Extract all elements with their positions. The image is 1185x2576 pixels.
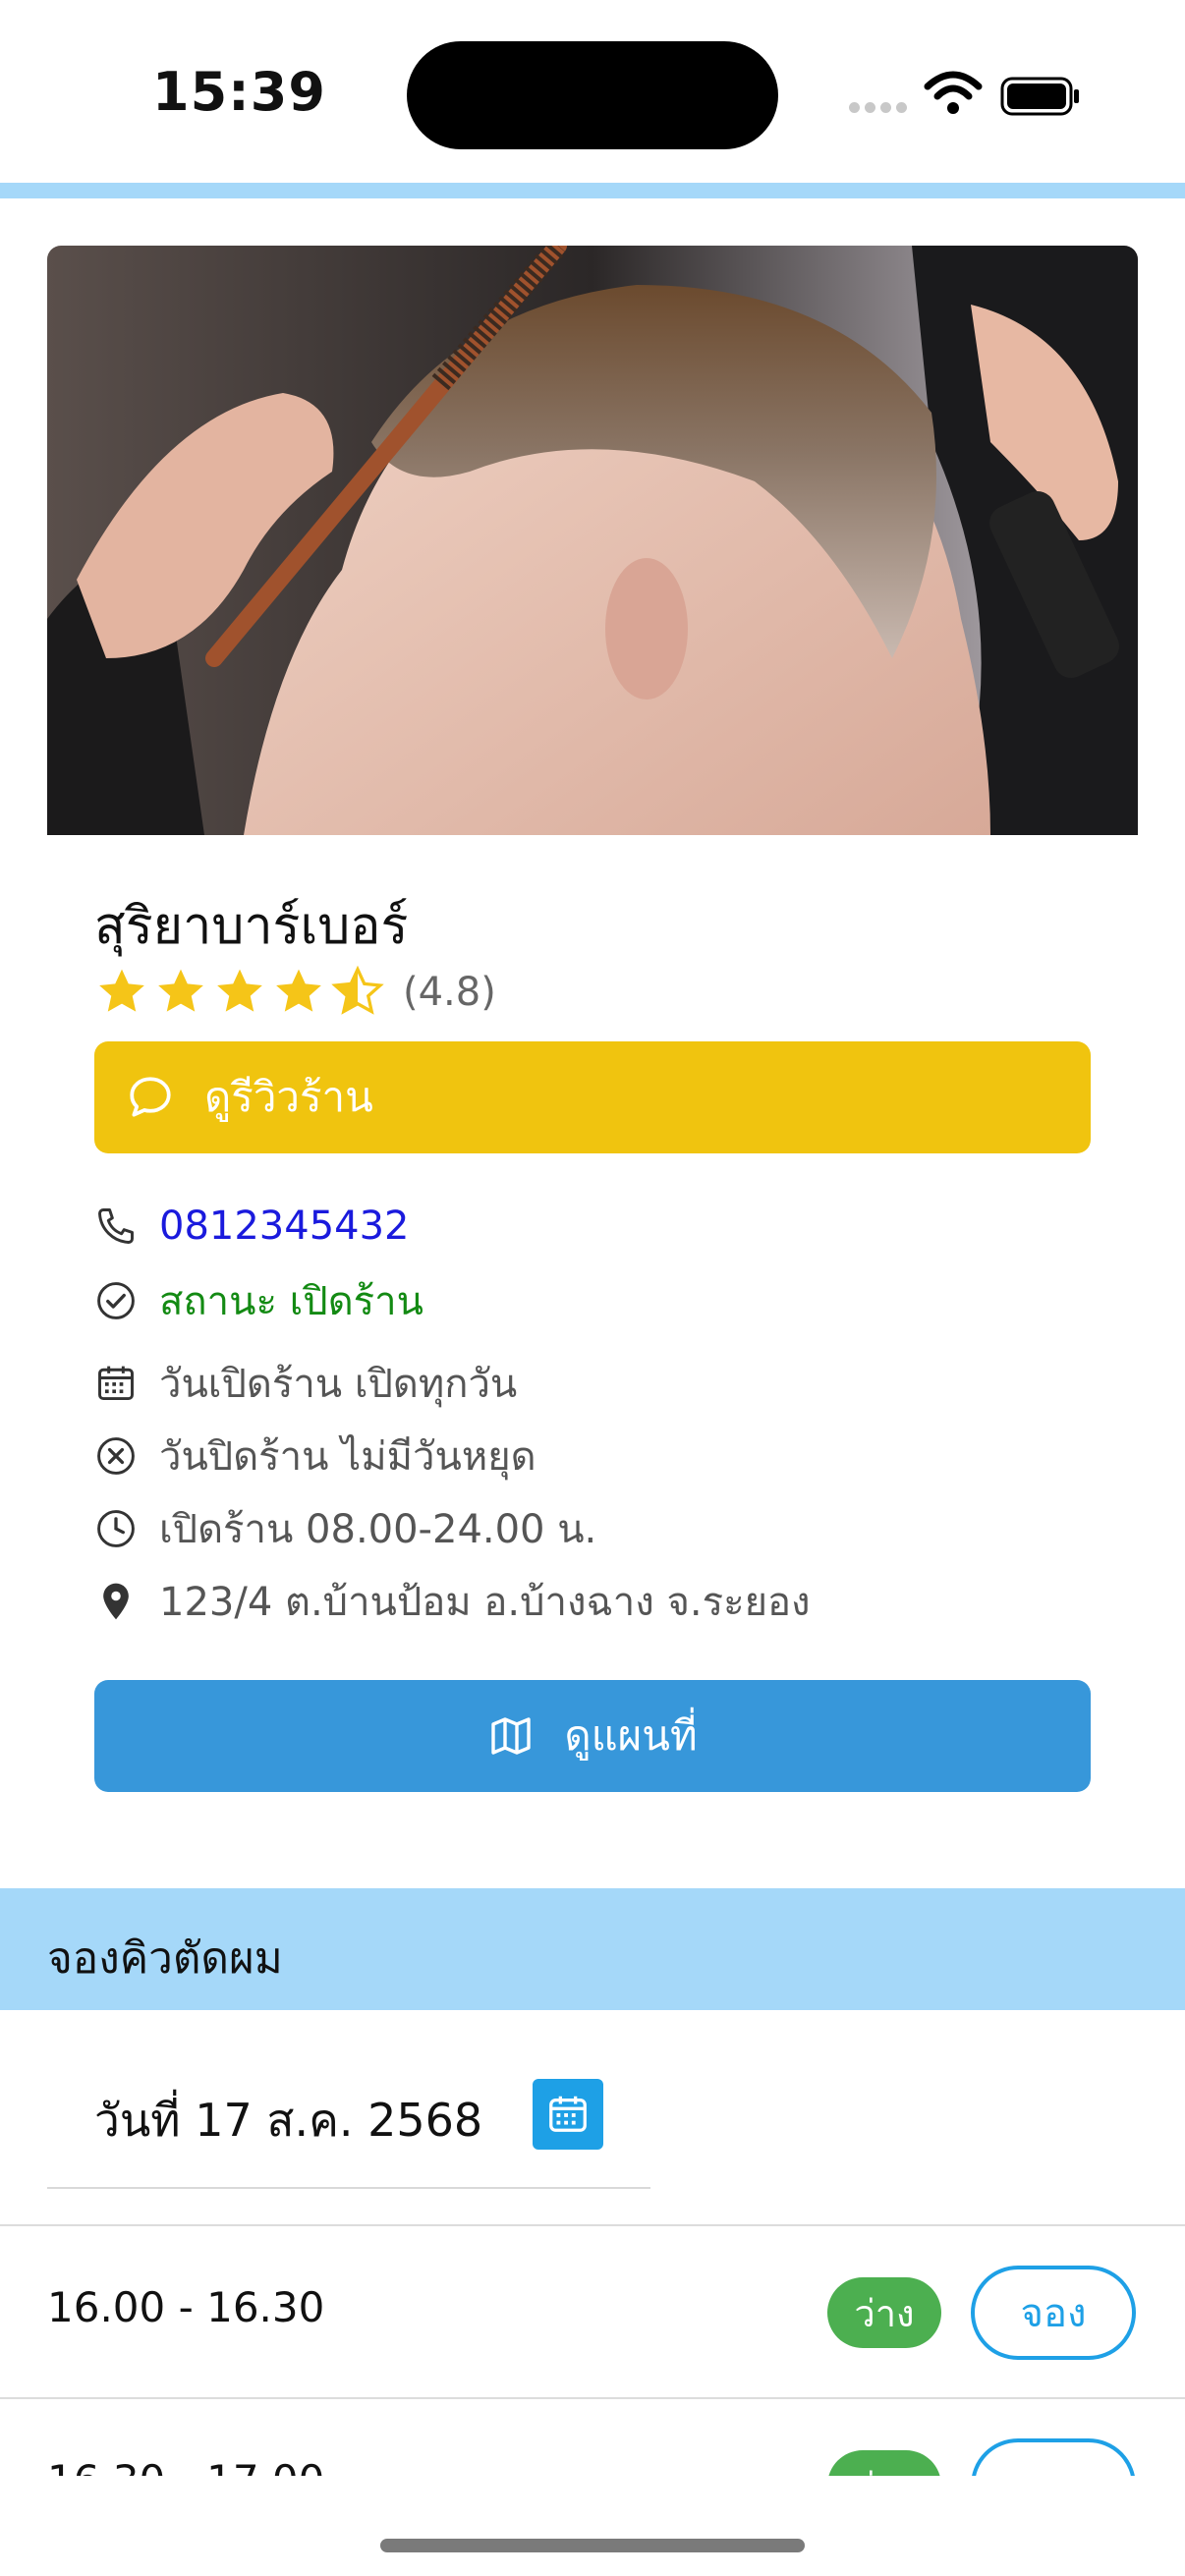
shop-status: สถานะ เปิดร้าน <box>159 1279 423 1324</box>
booking-section-title: จองคิวตัดผม <box>47 1933 283 1984</box>
dynamic-island <box>407 41 778 149</box>
view-map-label: ดูแผนที่ <box>564 1711 698 1760</box>
shop-name: สุริยาบาร์เบอร์ <box>94 897 409 956</box>
rating-text: (4.8) <box>403 970 496 1015</box>
bottom-safe-area <box>0 2476 1185 2576</box>
status-time: 15:39 <box>152 61 326 123</box>
star-half-icon <box>331 965 384 1015</box>
selected-date: วันที่ 17 ส.ค. 2568 <box>94 2094 483 2147</box>
view-map-button[interactable]: ดูแผนที่ <box>94 1680 1091 1792</box>
calendar-button-icon <box>549 2096 587 2132</box>
header-accent-line <box>0 183 1185 198</box>
rating-stars: (4.8) <box>94 963 496 1022</box>
shop-hero-image <box>47 246 1138 835</box>
closed-days-text: วันปิดร้าน ไม่มีวันหยุด <box>159 1434 536 1480</box>
book-slot-button[interactable]: จอง <box>971 2266 1136 2360</box>
phone-link[interactable]: 0812345432 <box>159 1204 410 1249</box>
wifi-icon <box>924 71 983 114</box>
view-reviews-button[interactable]: ดูรีวิวร้าน <box>94 1041 1091 1153</box>
star-full-icon <box>217 969 262 1012</box>
home-indicator[interactable] <box>380 2539 805 2552</box>
open-days-row: วันเปิดร้าน เปิดทุกวัน <box>94 1354 517 1413</box>
address-row: 123/4 ต.บ้านป้อม อ.บ้างฉาง จ.ระยอง <box>94 1572 811 1631</box>
check-circle-icon <box>97 1282 135 1319</box>
date-underline <box>47 2187 650 2189</box>
address-text: 123/4 ต.บ้านป้อม อ.บ้างฉาง จ.ระยอง <box>159 1580 811 1625</box>
location-pin-icon <box>103 1583 129 1620</box>
x-circle-icon <box>97 1437 135 1475</box>
divider <box>0 2397 1185 2399</box>
phone-icon <box>98 1208 134 1244</box>
phone-row[interactable]: 0812345432 <box>94 1197 410 1256</box>
cellular-signal-icon <box>849 102 908 114</box>
divider <box>0 2224 1185 2226</box>
clock-icon <box>97 1510 135 1547</box>
date-picker-button[interactable] <box>533 2079 603 2150</box>
slot-status-badge: ว่าง <box>827 2277 941 2348</box>
slot-time: 16.00 - 16.30 <box>47 2283 325 2331</box>
hours-row: เปิดร้าน 08.00-24.00 น. <box>94 1499 596 1558</box>
chat-bubble-icon <box>130 1077 171 1117</box>
closed-days-row: วันปิดร้าน ไม่มีวันหยุด <box>94 1427 536 1485</box>
hours-text: เปิดร้าน 08.00-24.00 น. <box>159 1507 597 1552</box>
star-full-icon <box>99 969 144 1012</box>
status-row: สถานะ เปิดร้าน <box>94 1271 423 1330</box>
status-bar: 15:39 <box>0 0 1185 187</box>
battery-icon <box>1000 77 1079 116</box>
open-days-text: วันเปิดร้าน เปิดทุกวัน <box>159 1362 518 1407</box>
calendar-icon <box>98 1366 134 1401</box>
view-reviews-label: ดูรีวิวร้าน <box>204 1073 373 1121</box>
star-full-icon <box>276 969 321 1012</box>
map-icon <box>491 1717 532 1755</box>
star-full-icon <box>158 969 203 1012</box>
booking-section-header: จองคิวตัดผม <box>0 1888 1185 2010</box>
